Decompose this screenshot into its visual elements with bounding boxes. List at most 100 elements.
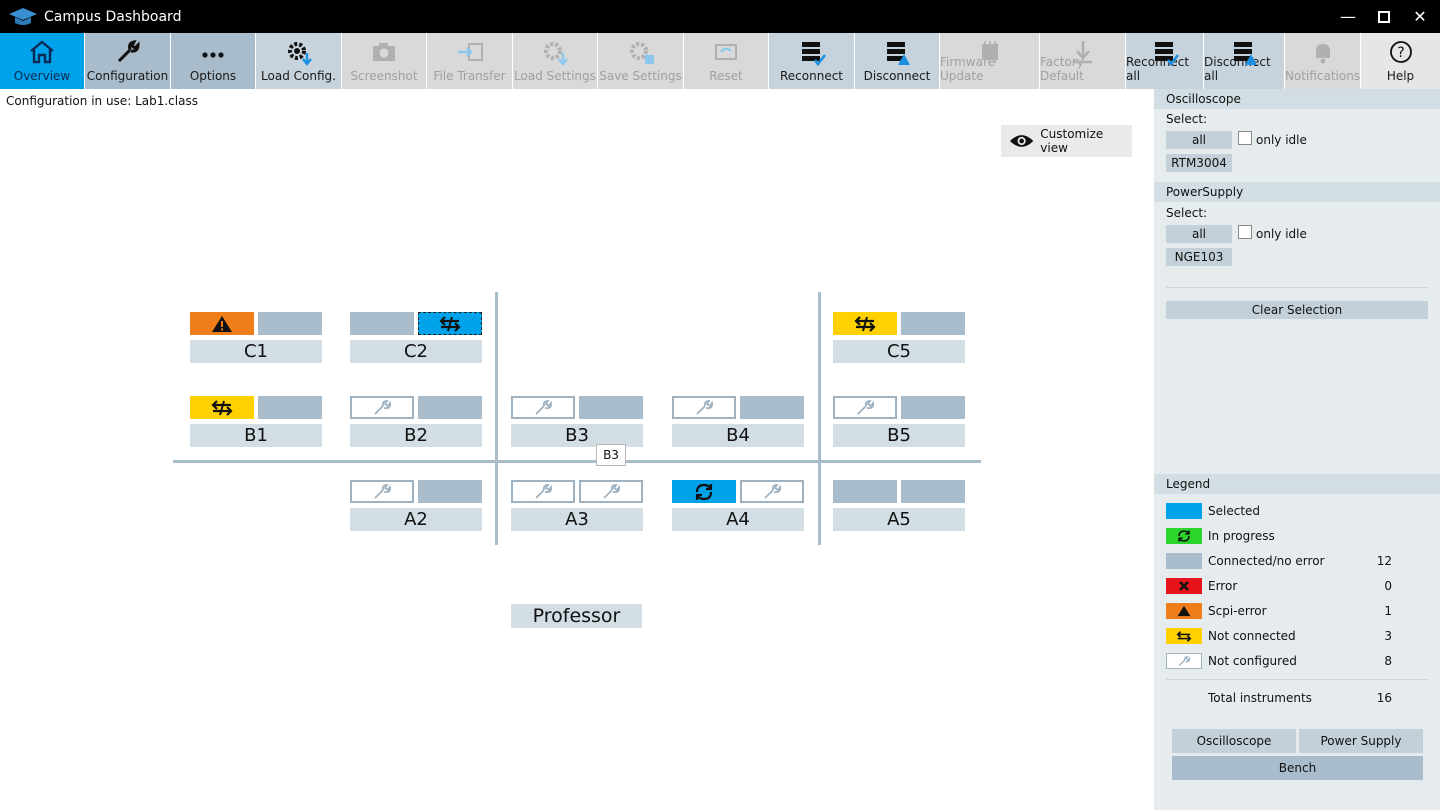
instrument-slot[interactable] bbox=[418, 396, 482, 419]
seat-tooltip: B3 bbox=[596, 444, 626, 466]
gear-download-icon bbox=[287, 42, 312, 66]
instrument-slot-selected[interactable] bbox=[418, 312, 482, 335]
seat-b3-instruments bbox=[511, 396, 643, 419]
instrument-slot[interactable] bbox=[901, 480, 965, 503]
eye-icon bbox=[1009, 135, 1034, 147]
seat-c1[interactable]: C1 bbox=[190, 340, 322, 363]
instrument-slot[interactable] bbox=[190, 396, 254, 419]
server-warning-icon bbox=[1234, 42, 1257, 65]
notifications-button[interactable]: Notifications bbox=[1285, 33, 1361, 89]
instrument-slot[interactable] bbox=[672, 396, 736, 419]
reconnect-all-button[interactable]: Reconnect all bbox=[1126, 33, 1204, 89]
legend-item-selected: Selected bbox=[1166, 503, 1428, 519]
wrench-icon bbox=[535, 483, 553, 499]
gear-save-icon bbox=[629, 42, 654, 64]
chip-icon bbox=[981, 41, 998, 63]
seat-a5-instruments bbox=[833, 480, 965, 503]
reset-button[interactable]: Reset bbox=[684, 33, 769, 89]
file-transfer-button[interactable]: File Transfer bbox=[427, 33, 513, 89]
scpi-error-swatch bbox=[1166, 603, 1202, 619]
configuration-button[interactable]: Configuration bbox=[85, 33, 171, 89]
maximize-button[interactable] bbox=[1366, 0, 1402, 33]
bench-view-button[interactable]: Bench bbox=[1172, 756, 1423, 780]
seat-b4[interactable]: B4 bbox=[672, 424, 804, 447]
powersupply-select-label: Select: bbox=[1166, 206, 1208, 220]
instrument-slot[interactable] bbox=[740, 396, 804, 419]
seat-a5[interactable]: A5 bbox=[833, 508, 965, 531]
instrument-slot[interactable] bbox=[350, 480, 414, 503]
not-connected-swatch bbox=[1166, 628, 1202, 644]
powersupply-header: PowerSupply bbox=[1154, 182, 1440, 202]
instrument-slot[interactable] bbox=[833, 480, 897, 503]
instrument-slot[interactable] bbox=[740, 480, 804, 503]
instrument-slot[interactable] bbox=[190, 312, 254, 335]
instrument-slot[interactable] bbox=[579, 396, 643, 419]
instrument-slot[interactable] bbox=[258, 396, 322, 419]
instrument-slot[interactable] bbox=[901, 312, 965, 335]
config-file: Lab1.class bbox=[135, 94, 198, 108]
instrument-slot[interactable] bbox=[350, 312, 414, 335]
instrument-slot[interactable] bbox=[418, 480, 482, 503]
clear-selection-button[interactable]: Clear Selection bbox=[1166, 301, 1428, 319]
seat-a4-instruments bbox=[672, 480, 804, 503]
factory-default-button[interactable]: Factory Default bbox=[1040, 33, 1126, 89]
instrument-slot[interactable] bbox=[901, 396, 965, 419]
legend-item-error: Error 0 bbox=[1166, 578, 1428, 594]
powersupply-only-idle-checkbox[interactable] bbox=[1238, 225, 1252, 239]
professor-seat[interactable]: Professor bbox=[511, 604, 642, 628]
connected-swatch bbox=[1166, 553, 1202, 569]
instrument-slot[interactable] bbox=[350, 396, 414, 419]
seat-c5[interactable]: C5 bbox=[833, 340, 965, 363]
power-supply-view-button[interactable]: Power Supply bbox=[1299, 729, 1423, 753]
instrument-slot[interactable] bbox=[833, 396, 897, 419]
seat-a4[interactable]: A4 bbox=[672, 508, 804, 531]
close-button[interactable]: ✕ bbox=[1402, 0, 1438, 33]
file-transfer-icon bbox=[457, 43, 483, 61]
instrument-slot[interactable] bbox=[672, 480, 736, 503]
save-settings-button[interactable]: Save Settings bbox=[598, 33, 684, 89]
window-title: Campus Dashboard bbox=[44, 8, 182, 25]
seat-b2[interactable]: B2 bbox=[350, 424, 482, 447]
oscilloscope-all-button[interactable]: all bbox=[1166, 131, 1232, 149]
download-icon bbox=[1073, 41, 1092, 64]
load-settings-button[interactable]: Load Settings bbox=[513, 33, 598, 89]
legend-item-in-progress: In progress bbox=[1166, 528, 1428, 544]
seat-a3[interactable]: A3 bbox=[511, 508, 643, 531]
side-panel: Oscilloscope Select: all only idle RTM30… bbox=[1154, 89, 1440, 810]
instrument-slot[interactable] bbox=[258, 312, 322, 335]
oscilloscope-header: Oscilloscope bbox=[1154, 89, 1440, 109]
reconnect-button[interactable]: Reconnect bbox=[769, 33, 855, 89]
firmware-update-button[interactable]: Firmware Update bbox=[940, 33, 1040, 89]
customize-view-button[interactable]: Customize view bbox=[1001, 125, 1132, 157]
disconnect-all-button[interactable]: Disconnect all bbox=[1204, 33, 1285, 89]
instrument-slot[interactable] bbox=[511, 396, 575, 419]
legend-total: Total instruments 16 bbox=[1208, 691, 1392, 705]
screenshot-button[interactable]: Screenshot bbox=[342, 33, 427, 89]
powersupply-device-nge103[interactable]: NGE103 bbox=[1166, 248, 1232, 266]
load-config-button[interactable]: Load Config. bbox=[256, 33, 342, 89]
toolbar: Overview Configuration Options Load Conf… bbox=[0, 33, 1440, 89]
seat-c2[interactable]: C2 bbox=[350, 340, 482, 363]
oscilloscope-view-button[interactable]: Oscilloscope bbox=[1172, 729, 1296, 753]
overview-button[interactable]: Overview bbox=[0, 33, 85, 89]
wrench-icon bbox=[117, 40, 140, 63]
instrument-slot[interactable] bbox=[833, 312, 897, 335]
seat-b1[interactable]: B1 bbox=[190, 424, 322, 447]
powersupply-all-button[interactable]: all bbox=[1166, 225, 1232, 243]
reset-icon bbox=[715, 44, 737, 60]
wrench-icon bbox=[857, 399, 875, 415]
oscilloscope-device-rtm3004[interactable]: RTM3004 bbox=[1166, 154, 1232, 172]
minimize-button[interactable]: — bbox=[1330, 0, 1366, 33]
seat-a2[interactable]: A2 bbox=[350, 508, 482, 531]
seat-b5[interactable]: B5 bbox=[833, 424, 965, 447]
only-idle-label: only idle bbox=[1256, 227, 1307, 241]
instrument-slot[interactable] bbox=[511, 480, 575, 503]
not-connected-icon bbox=[854, 315, 876, 332]
help-button[interactable]: ? Help bbox=[1361, 33, 1440, 89]
instrument-slot[interactable] bbox=[579, 480, 643, 503]
refresh-icon bbox=[695, 483, 713, 500]
options-button[interactable]: Options bbox=[171, 33, 256, 89]
oscilloscope-only-idle-checkbox[interactable] bbox=[1238, 131, 1252, 145]
seat-b1-instruments bbox=[190, 396, 322, 419]
disconnect-button[interactable]: Disconnect bbox=[855, 33, 940, 89]
